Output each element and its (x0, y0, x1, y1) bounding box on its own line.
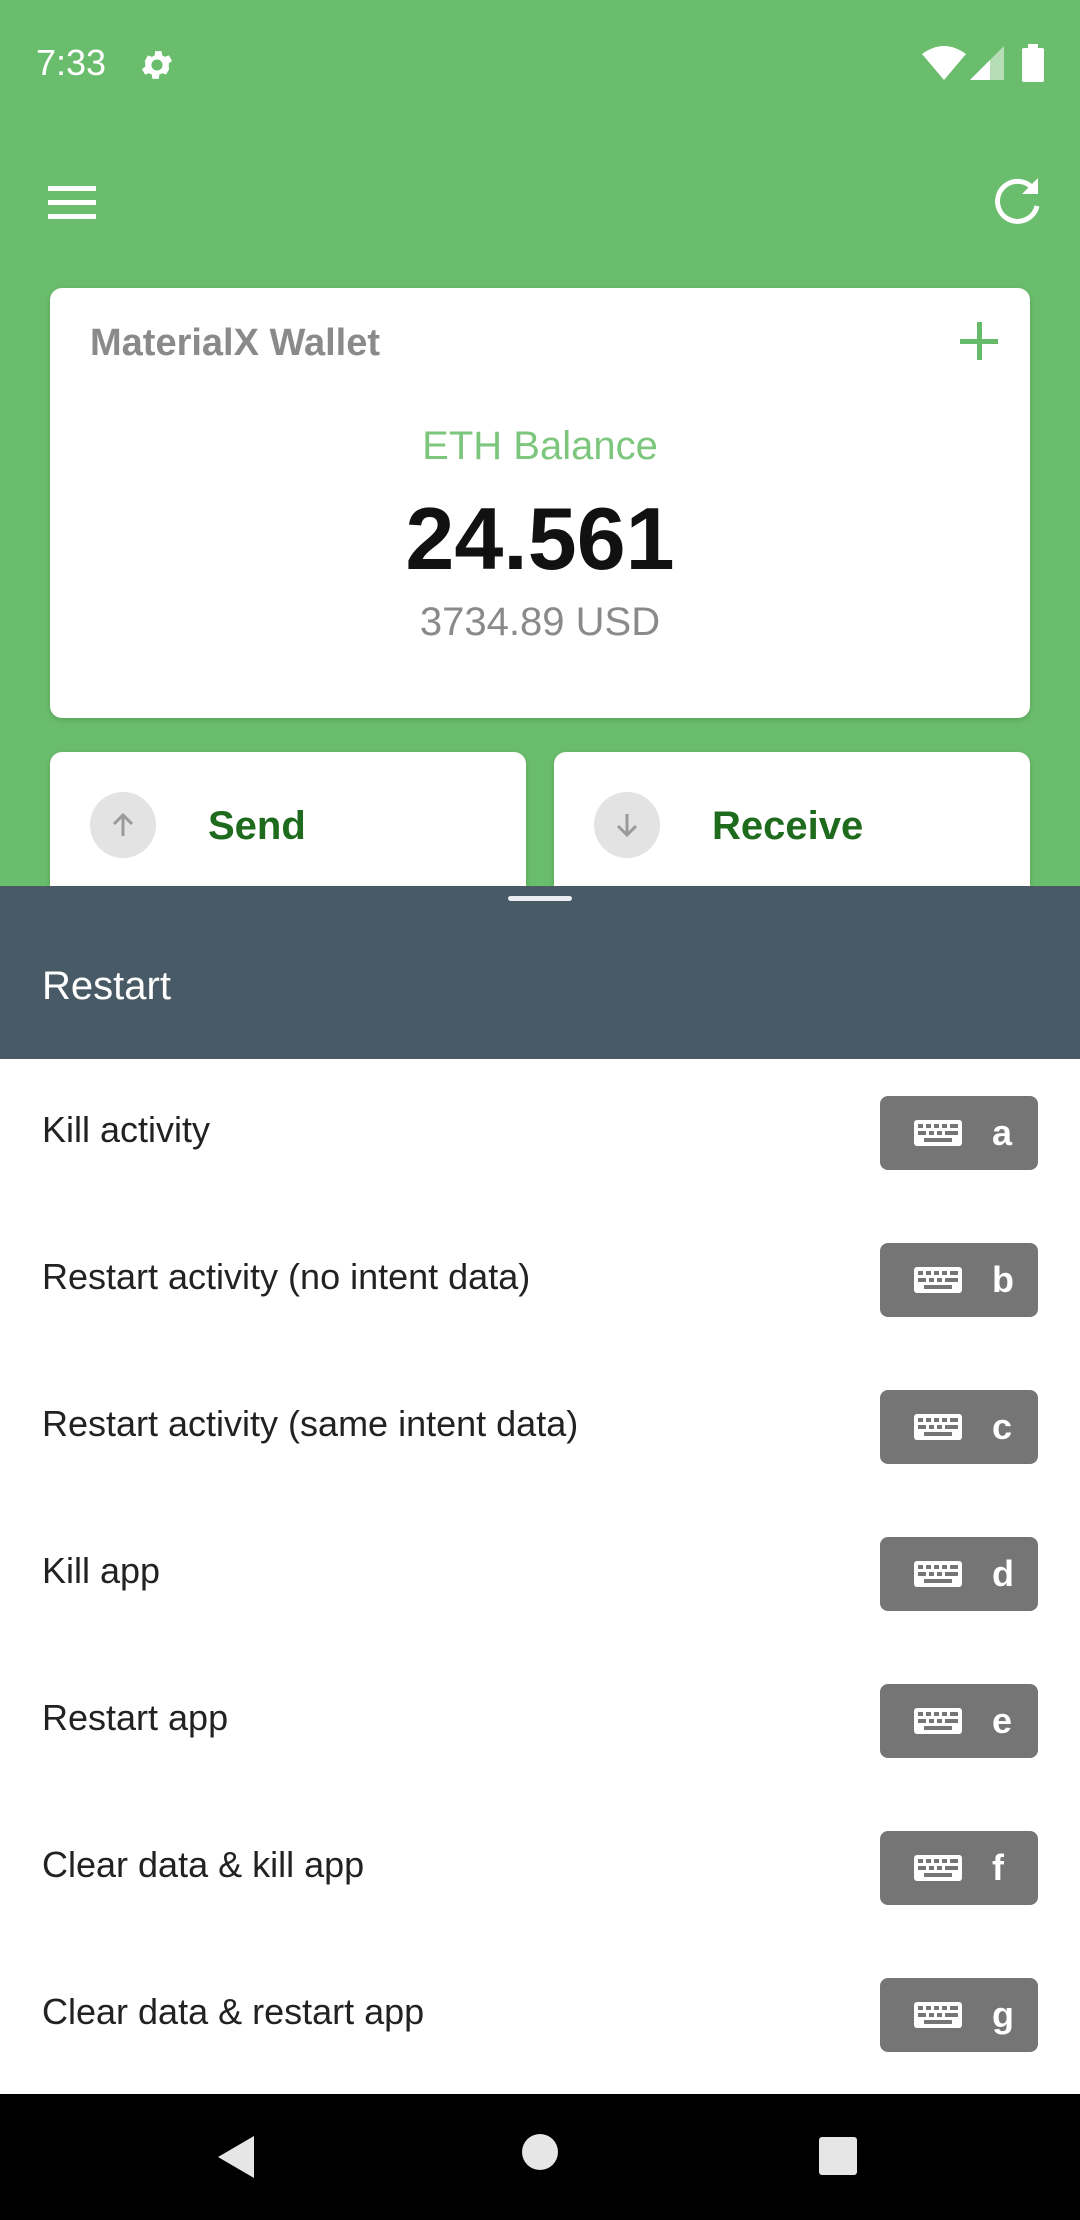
arrow-up-icon (90, 792, 156, 858)
recents-icon[interactable] (818, 2136, 858, 2176)
shortcut-badge: g (880, 1978, 1038, 2052)
home-icon[interactable] (520, 2132, 560, 2172)
sheet-item-kill-activity[interactable]: Kill activity a (0, 1059, 1080, 1206)
battery-icon (1022, 44, 1044, 82)
balance-label: ETH Balance (422, 424, 658, 468)
keyboard-icon (914, 1855, 962, 1881)
shortcut-key: d (992, 1553, 1014, 1594)
item-label: Kill activity (42, 1109, 211, 1150)
sheet-item-restart-activity-same-intent[interactable]: Restart activity (same intent data) c (0, 1353, 1080, 1500)
shortcut-badge: d (880, 1537, 1038, 1611)
receive-label: Receive (712, 804, 864, 848)
back-icon[interactable] (216, 2134, 256, 2180)
status-time: 7:33 (36, 42, 107, 83)
signal-icon (970, 46, 1004, 80)
sheet-title: Restart (42, 964, 171, 1008)
receive-button[interactable]: Receive (554, 752, 1030, 902)
keyboard-icon (914, 1414, 962, 1440)
status-bar: 7:33 (0, 0, 1080, 130)
shortcut-key: c (992, 1406, 1013, 1447)
item-label: Restart app (42, 1697, 229, 1738)
balance-usd: 3734.89 USD (419, 600, 661, 644)
wallet-card: MaterialX Wallet ETH Balance 24.561 3734… (50, 288, 1030, 718)
gear-icon (141, 51, 173, 79)
shortcut-key: e (992, 1700, 1013, 1741)
keyboard-icon (914, 2002, 962, 2028)
refresh-icon[interactable] (982, 168, 1052, 238)
send-button[interactable]: Send (50, 752, 526, 902)
item-label: Kill app (42, 1550, 161, 1591)
sheet-item-restart-activity-no-intent[interactable]: Restart activity (no intent data) b (0, 1206, 1080, 1353)
plus-icon[interactable] (950, 312, 1010, 372)
sheet-item-clear-data-restart-app[interactable]: Clear data & restart app g (0, 1941, 1080, 2088)
shortcut-key: f (992, 1847, 1004, 1888)
item-label: Clear data & restart app (42, 1991, 425, 2032)
keyboard-icon (914, 1120, 962, 1146)
balance-value: 24.561 (405, 489, 675, 588)
item-label: Clear data & kill app (42, 1844, 365, 1885)
item-label: Restart activity (same intent data) (42, 1403, 579, 1444)
item-label: Restart activity (no intent data) (42, 1256, 531, 1297)
menu-icon[interactable] (38, 168, 108, 238)
wifi-icon (922, 46, 966, 80)
shortcut-badge: a (880, 1096, 1038, 1170)
navigation-bar (0, 2094, 1080, 2220)
shortcut-badge: b (880, 1243, 1038, 1317)
sheet-list: Kill activity a Restart activity (no int… (0, 1059, 1080, 2094)
shortcut-key: g (992, 1994, 1014, 2035)
sheet-item-kill-app[interactable]: Kill app d (0, 1500, 1080, 1647)
keyboard-icon (914, 1267, 962, 1293)
wallet-name: MaterialX Wallet (90, 322, 381, 364)
keyboard-icon (914, 1708, 962, 1734)
shortcut-badge: e (880, 1684, 1038, 1758)
arrow-down-icon (594, 792, 660, 858)
sheet-item-restart-app[interactable]: Restart app e (0, 1647, 1080, 1794)
keyboard-icon (914, 1561, 962, 1587)
sheet-drag-handle[interactable] (508, 896, 572, 901)
shortcut-key: b (992, 1259, 1014, 1300)
shortcut-key: a (992, 1112, 1013, 1153)
sheet-header: Restart (0, 886, 1080, 1059)
send-label: Send (208, 804, 306, 848)
shortcut-badge: f (880, 1831, 1038, 1905)
sheet-item-clear-data-kill-app[interactable]: Clear data & kill app f (0, 1794, 1080, 1941)
shortcut-badge: c (880, 1390, 1038, 1464)
